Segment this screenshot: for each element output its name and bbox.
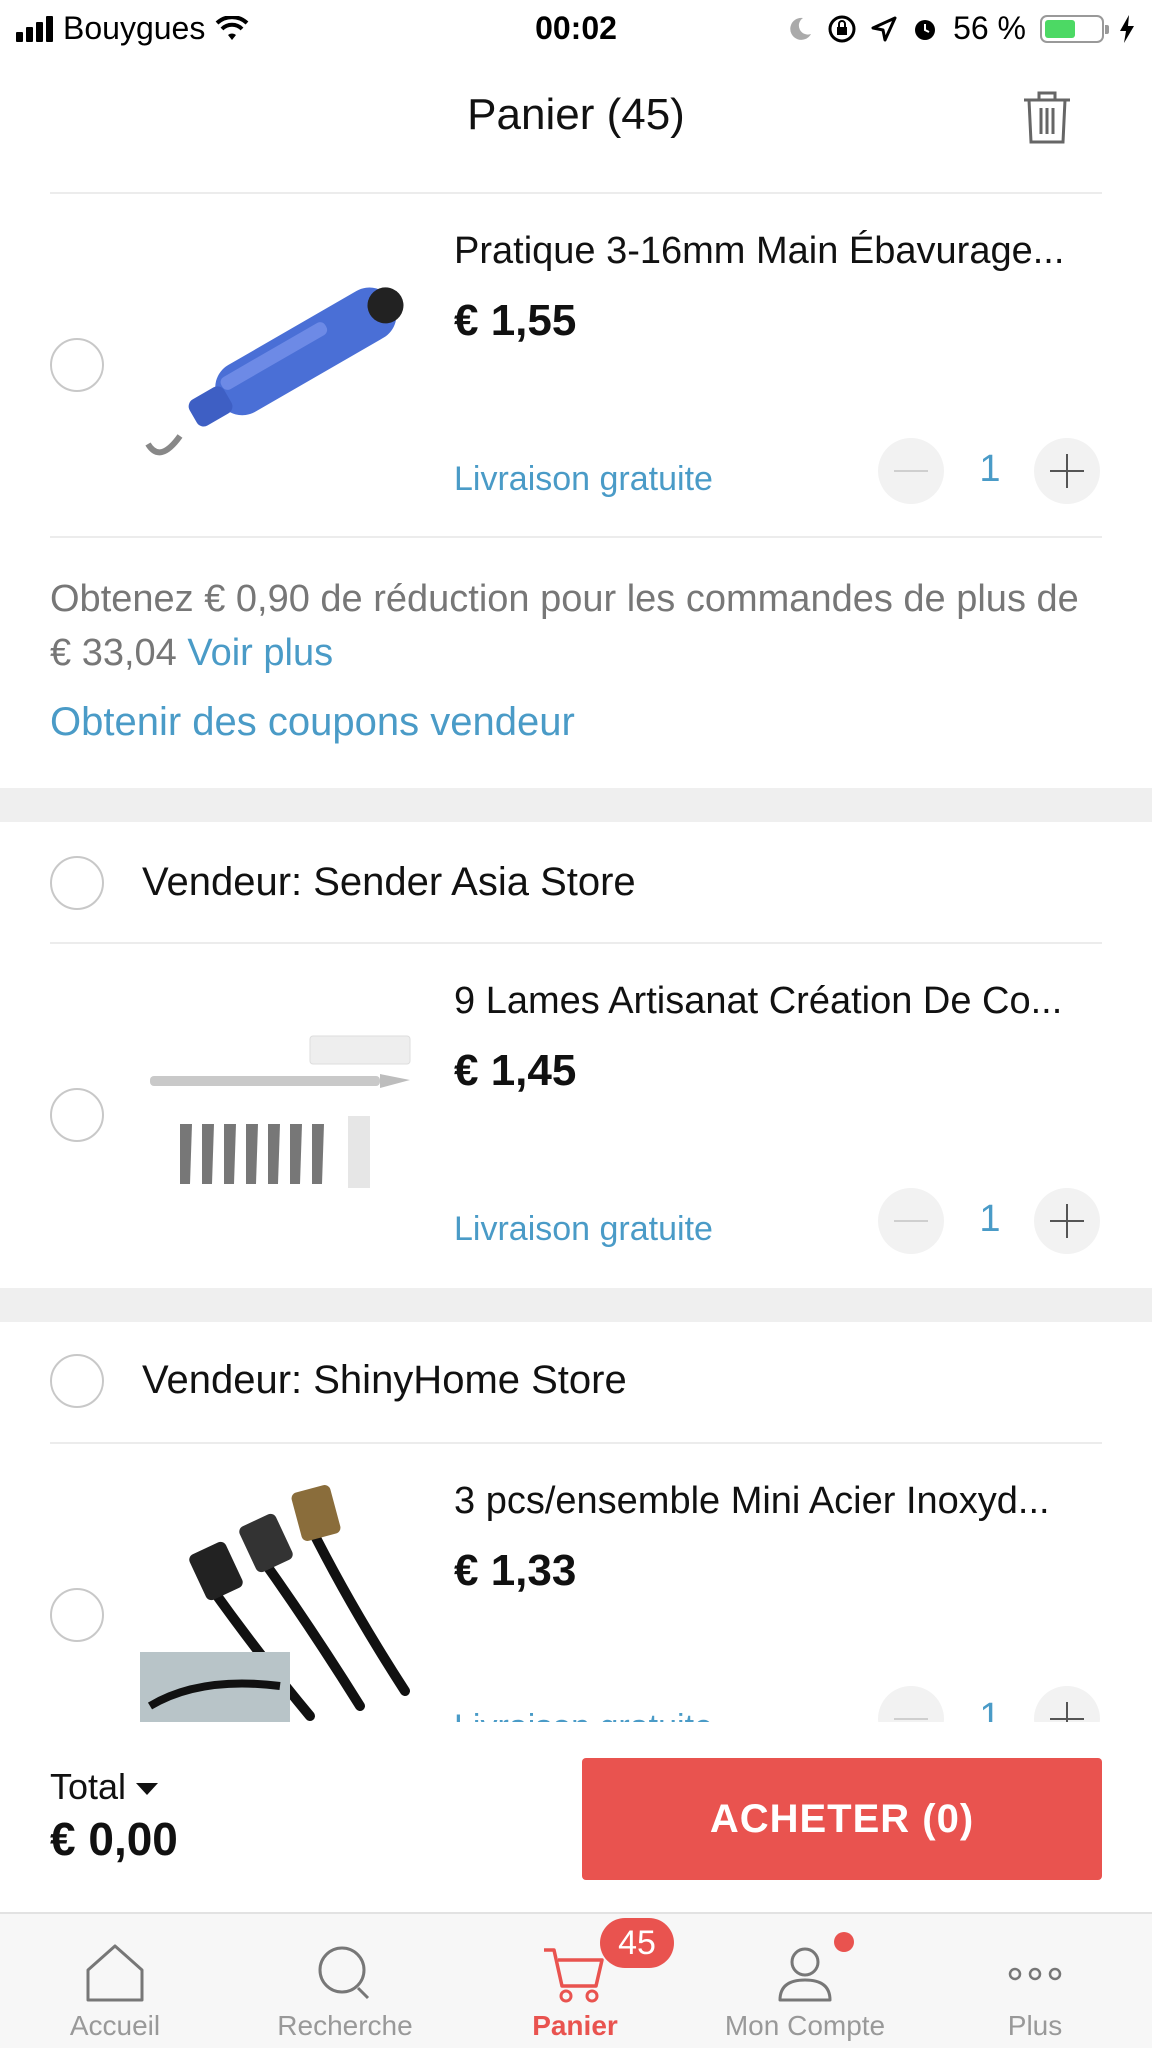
tab-home[interactable]: Accueil bbox=[0, 1914, 230, 2050]
home-icon bbox=[86, 1944, 144, 2002]
item-2-image[interactable] bbox=[140, 974, 420, 1254]
battery-icon bbox=[1040, 14, 1109, 43]
item-2-increment-button[interactable] bbox=[1034, 1188, 1100, 1254]
craft-knife-image bbox=[150, 1035, 411, 1188]
battery-percent: 56 % bbox=[953, 10, 1026, 46]
wire-brush-image bbox=[140, 1485, 410, 1722]
tab-cart-label: Panier bbox=[532, 2010, 618, 2041]
item-1-shipping: Livraison gratuite bbox=[454, 460, 713, 498]
trash-icon[interactable] bbox=[1020, 88, 1074, 146]
item-1-quantity[interactable]: 1 bbox=[960, 448, 1020, 491]
page-title: Panier (45) bbox=[467, 90, 685, 139]
tab-more-label: Plus bbox=[1007, 2010, 1063, 2041]
section-gap bbox=[0, 788, 1152, 822]
account-icon bbox=[778, 1947, 832, 2002]
alarm-icon bbox=[915, 19, 936, 40]
notification-dot bbox=[834, 1932, 854, 1952]
tab-more[interactable]: Plus bbox=[920, 1914, 1150, 2050]
vendor-2-name[interactable]: Vendeur: ShinyHome Store bbox=[142, 1358, 627, 1403]
item-1-name[interactable]: Pratique 3-16mm Main Ébavurage... bbox=[454, 230, 1104, 273]
item-2-price: € 1,45 bbox=[454, 1046, 577, 1095]
tab-home-label: Accueil bbox=[69, 2010, 161, 2041]
vendor-1-name[interactable]: Vendeur: Sender Asia Store bbox=[142, 860, 636, 905]
rotation-lock-icon bbox=[828, 15, 856, 42]
item-1-decrement-button[interactable] bbox=[878, 438, 944, 504]
total-amount: € 0,00 bbox=[50, 1813, 178, 1865]
checkout-footer: Total € 0,00 ACHETER (0) bbox=[0, 1722, 1152, 1912]
cart-count-badge: 45 bbox=[600, 1918, 674, 1968]
item-3-price: € 1,33 bbox=[454, 1546, 577, 1595]
cart-icon bbox=[544, 1948, 604, 2003]
tab-bar: Accueil Recherche Panier Mon Compte Plus bbox=[0, 1912, 1152, 2048]
buy-button[interactable]: ACHETER (0) bbox=[582, 1758, 1102, 1880]
tab-search[interactable]: Recherche bbox=[230, 1914, 460, 2050]
status-bar: Bouygues 00:02 56 % bbox=[0, 0, 1152, 60]
location-icon bbox=[871, 16, 897, 41]
item-3-checkbox[interactable] bbox=[50, 1588, 104, 1642]
cart-header: Panier (45) bbox=[0, 60, 1152, 175]
divider bbox=[50, 536, 1102, 538]
charging-icon bbox=[1120, 14, 1134, 43]
item-3-image[interactable] bbox=[140, 1476, 420, 1722]
divider bbox=[50, 192, 1102, 194]
item-3-name[interactable]: 3 pcs/ensemble Mini Acier Inoxyd... bbox=[454, 1480, 1104, 1523]
promo-text: Obtenez € 0,90 de réduction pour les com… bbox=[50, 572, 1110, 680]
item-1-increment-button[interactable] bbox=[1034, 438, 1100, 504]
divider bbox=[50, 1442, 1102, 1444]
item-1-image[interactable] bbox=[140, 224, 420, 504]
vendor-1-checkbox[interactable] bbox=[50, 856, 104, 910]
moon-icon bbox=[790, 17, 812, 40]
divider bbox=[50, 942, 1102, 944]
search-icon bbox=[318, 1946, 370, 2000]
item-2-decrement-button[interactable] bbox=[878, 1188, 944, 1254]
item-1-price: € 1,55 bbox=[454, 296, 577, 345]
item-2-checkbox[interactable] bbox=[50, 1088, 104, 1142]
more-icon bbox=[1008, 1967, 1062, 1981]
vendor-2-checkbox[interactable] bbox=[50, 1354, 104, 1408]
caret-down-icon bbox=[136, 1783, 159, 1796]
tab-account[interactable]: Mon Compte bbox=[690, 1914, 920, 2050]
seller-coupons-link[interactable]: Obtenir des coupons vendeur bbox=[50, 700, 575, 745]
item-2-shipping: Livraison gratuite bbox=[454, 1210, 713, 1248]
item-1-checkbox[interactable] bbox=[50, 338, 104, 392]
see-more-link[interactable]: Voir plus bbox=[187, 632, 333, 674]
deburring-tool-image bbox=[145, 287, 404, 456]
tab-account-label: Mon Compte bbox=[724, 2010, 886, 2041]
total-label: Total bbox=[50, 1766, 127, 1807]
tab-search-label: Recherche bbox=[277, 2010, 413, 2041]
total-toggle[interactable]: Total bbox=[50, 1766, 159, 1808]
item-2-name[interactable]: 9 Lames Artisanat Création De Co... bbox=[454, 980, 1104, 1023]
section-gap bbox=[0, 1288, 1152, 1322]
item-2-quantity[interactable]: 1 bbox=[960, 1198, 1020, 1241]
